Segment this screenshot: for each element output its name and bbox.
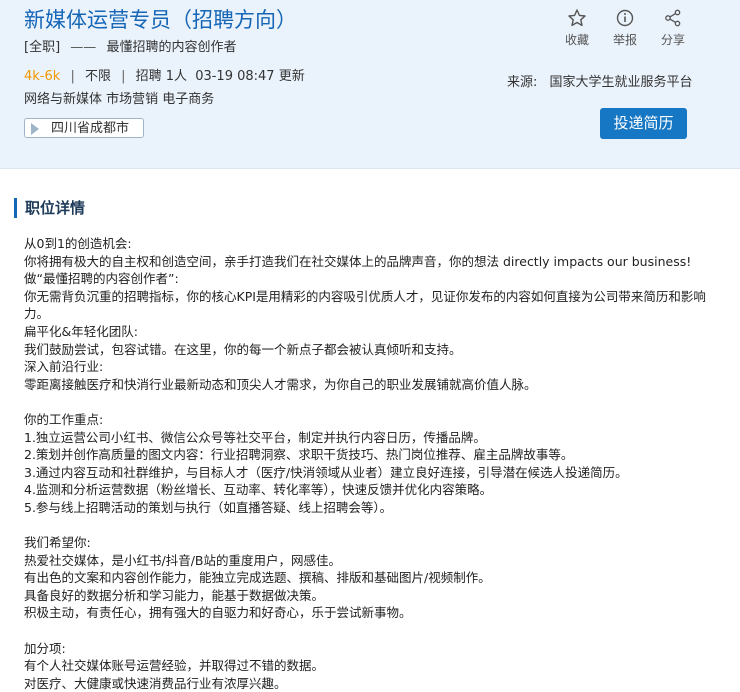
description-line: 加分项: [24,640,66,656]
job-description: 从0到1的创造机会: 你将拥有极大的自主权和创造空间，亲手打造我们在社交媒体上的品… [24,235,724,692]
favorite-label: 收藏 [564,33,589,47]
job-categories: 网络与新媒体 市场营销 电子商务 [24,92,215,107]
description-line: 4.监测和分析运营数据（粉丝增长、互动率、转化率等），快速反馈并优化内容策略。 [24,482,493,498]
subtitle-dash: —— [70,40,97,55]
favorite-button[interactable]: 收藏 [560,8,594,48]
description-line: 对医疗、大健康或快速消费品行业有浓厚兴趣。 [24,675,287,691]
description-line: 从0到1的创造机会: [24,236,132,251]
description-line: 我们鼓励尝试，包容试错。在这里，你的每一个新点子都会被认真倾听和支持。 [24,341,462,357]
info-icon [616,9,634,27]
job-meta: 4k-6k | 不限 | 招聘 1人 03-19 08:47 更新 [24,65,305,84]
description-line: 我们希望你: [24,535,91,551]
section-title: 职位详情 [14,198,85,218]
share-icon [665,9,681,27]
apply-resume-button[interactable]: 投递简历 [600,108,687,139]
job-type-tag: [全职] [24,40,61,55]
description-line: 你的工作重点: [24,411,104,427]
job-header: 新媒体运营专员（招聘方向） [全职] —— 最懂招聘的内容创作者 4k-6k |… [0,0,740,169]
description-line: 扁平化&年轻化团队: [24,323,138,339]
description-line: 热爱社交媒体，是小红书/抖音/B站的重度用户，网感佳。 [24,552,341,568]
description-line: 具备良好的数据分析和学习能力，能基于数据做决策。 [24,587,325,603]
description-line: 3.通过内容互动和社群维护，与目标人才（医疗/快消领域从业者）建立良好连接，引导… [24,464,628,480]
description-line: 2.策划并创作高质量的图文内容：行业招聘洞察、求职干货技巧、热门岗位推荐、雇主品… [24,447,574,463]
education: 不限 [84,69,111,84]
job-subtitle: [全职] —— 最懂招聘的内容创作者 [24,36,236,55]
location-label: 四川省成都市 [51,121,130,136]
location-tag-icon [31,123,39,135]
action-bar: 收藏 举报 分享 [560,8,690,50]
salary: 4k-6k [24,69,61,84]
source-label: 来源: [507,75,538,90]
share-label: 分享 [660,33,685,47]
description-line: 深入前沿行业: [24,359,104,375]
source-value: 国家大学生就业服务平台 [549,75,693,90]
job-title: 新媒体运营专员（招聘方向） [24,8,297,32]
description-line: 零距离接触医疗和快消行业最新动态和顶尖人才需求，为你自己的职业发展铺就高价值人脉… [24,376,537,392]
star-icon [568,9,586,27]
report-label: 举报 [612,33,637,47]
description-line: 5.参与线上招聘活动的策划与执行（如直播答疑、线上招聘会等）。 [24,499,393,515]
description-line: 1.独立运营公司小红书、微信公众号等社交平台，制定并执行内容日历，传播品牌。 [24,429,486,445]
updated-time: 03-19 08:47 更新 [195,69,305,84]
description-line: 你将拥有极大的自主权和创造空间，亲手打造我们在社交媒体上的品牌声音，你的想法 d… [24,253,692,269]
description-line: 做“最懂招聘的内容创作者”: [24,271,179,287]
job-tagline: 最懂招聘的内容创作者 [106,40,237,55]
description-line: 你无需背负沉重的招聘指标，你的核心KPI是用精彩的内容吸引优质人才，见证你发布的… [24,288,706,322]
location-tag: 四川省成都市 [24,118,144,138]
share-button[interactable]: 分享 [656,8,690,48]
description-line: 有个人社交媒体账号运营经验，并取得过不错的数据。 [24,658,325,674]
report-button[interactable]: 举报 [608,8,642,48]
job-source: 来源: 国家大学生就业服务平台 [507,71,693,90]
description-line: 有出色的文案和内容创作能力，能独立完成选题、撰稿、排版和基础图片/视频制作。 [24,570,491,586]
meta-separator: | [121,69,126,84]
description-line: 积极主动，有责任心，拥有强大的自驱力和好奇心，乐于尝试新事物。 [24,605,412,621]
meta-separator: | [70,69,75,84]
headcount: 招聘 1人 [135,69,188,84]
